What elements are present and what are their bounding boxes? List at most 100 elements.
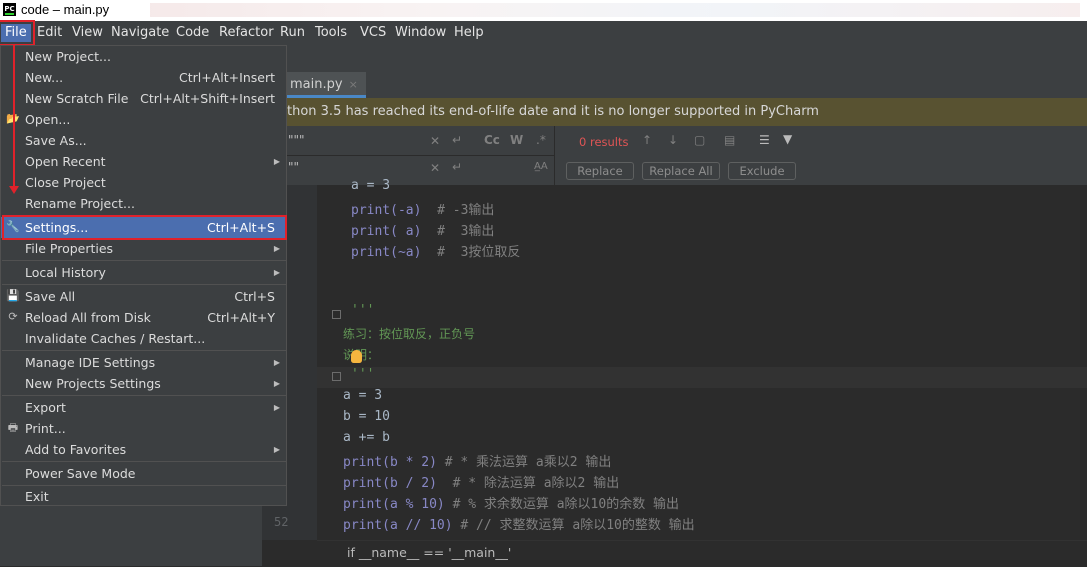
clear-icon[interactable]: ✕ (430, 134, 440, 148)
whole-words-icon[interactable]: W (510, 133, 523, 147)
submenu-arrow-icon: ▶ (273, 403, 280, 412)
divider (287, 155, 554, 156)
menu-edit[interactable]: Edit (37, 24, 62, 42)
annotation-arrow-head-icon (9, 186, 19, 194)
tab-label: main.py (290, 77, 343, 92)
in-selection-icon[interactable]: ▤ (724, 133, 735, 147)
menu-item-rename-project[interactable]: Rename Project... (1, 193, 286, 214)
title-bar: PC code – main.py (0, 0, 1087, 21)
wrench-icon: 🔧 (6, 220, 20, 233)
menu-item-save-as[interactable]: Save As... (1, 130, 286, 151)
previous-occurrence-icon[interactable]: ↑ (642, 133, 652, 147)
menu-item-exit[interactable]: Exit (1, 486, 286, 507)
menu-separator (2, 461, 286, 462)
lightbulb-icon[interactable] (351, 350, 362, 363)
fold-marker-icon[interactable] (332, 310, 341, 319)
menu-item-save-all[interactable]: 💾 Save All Ctrl+S (1, 286, 286, 307)
menu-tools[interactable]: Tools (315, 24, 347, 42)
exclude-button[interactable]: Exclude (728, 162, 796, 180)
code-line[interactable]: a = 3 (343, 388, 382, 403)
fold-marker-icon[interactable] (332, 372, 341, 381)
pycharm-app-icon: PC (3, 3, 16, 16)
menu-item-new-scratch-file[interactable]: New Scratch File Ctrl+Alt+Shift+Insert (1, 88, 286, 109)
menu-vcs[interactable]: VCS (360, 24, 386, 42)
menu-separator (2, 395, 286, 396)
divider (554, 126, 555, 185)
menu-item-print[interactable]: 🖶 Print... (1, 418, 286, 439)
menu-item-local-history[interactable]: Local History ▶ (1, 262, 286, 283)
menu-item-open-recent[interactable]: Open Recent ▶ (1, 151, 286, 172)
code-line[interactable]: print( a) # 3输出 (351, 220, 494, 239)
newline-icon[interactable]: ↵ (452, 133, 462, 147)
menu-separator (2, 260, 286, 261)
menu-item-export[interactable]: Export ▶ (1, 397, 286, 418)
clear-icon[interactable]: ✕ (430, 161, 440, 175)
results-count: 0 results (579, 135, 629, 149)
menu-navigate[interactable]: Navigate (111, 24, 169, 42)
match-case-icon[interactable]: Cc (484, 133, 500, 147)
menu-item-new-project[interactable]: New Project... (1, 46, 286, 67)
menu-item-open[interactable]: 📂Open... (1, 109, 286, 130)
file-menu-dropdown: New Project... New... Ctrl+Alt+Insert New… (0, 45, 287, 506)
replace-all-button[interactable]: Replace All (642, 162, 720, 180)
docstring-line[interactable]: 练习：按位取反，正负号 (343, 325, 475, 342)
menu-item-new[interactable]: New... Ctrl+Alt+Insert (1, 67, 286, 88)
window-title: code – main.py (21, 2, 110, 17)
menu-item-reload-all[interactable]: ⟳ Reload All from Disk Ctrl+Alt+Y (1, 307, 286, 328)
preserve-case-icon[interactable]: A̲A (534, 161, 548, 172)
menu-separator (2, 350, 286, 351)
menu-item-new-projects-settings[interactable]: New Projects Settings ▶ (1, 373, 286, 394)
menu-file[interactable]: File (0, 20, 35, 46)
menu-help[interactable]: Help (454, 24, 484, 42)
caret-row-highlight (317, 367, 1087, 388)
menu-refactor[interactable]: Refactor (219, 24, 274, 42)
regex-icon[interactable]: .* (536, 133, 546, 147)
tab-main-py[interactable]: main.py × (286, 72, 366, 98)
code-line[interactable]: print(a % 10) # % 求余数运算 a除以10的余数 输出 (343, 493, 679, 512)
submenu-arrow-icon: ▶ (273, 244, 280, 253)
select-all-occurrences-icon[interactable]: ▢ (694, 133, 705, 147)
banner-text: thon 3.5 has reached its end-of-life dat… (287, 104, 819, 119)
code-line[interactable]: print(a // 10) # // 求整数运算 a除以10的整数 输出 (343, 514, 695, 533)
filter-options-icon[interactable]: ☰ (759, 133, 770, 147)
code-line[interactable]: a += b (343, 430, 390, 445)
replace-input[interactable]: "" (288, 160, 299, 174)
menu-item-invalidate-caches[interactable]: Invalidate Caches / Restart... (1, 328, 286, 349)
submenu-arrow-icon: ▶ (273, 157, 280, 166)
docstring-line[interactable]: ''' (351, 303, 374, 318)
annotation-arrow (13, 45, 15, 189)
line-number: 52 (274, 515, 289, 529)
submenu-arrow-icon: ▶ (273, 358, 280, 367)
breadcrumb: if __name__ == '__main__' (317, 540, 1087, 567)
save-icon: 💾 (6, 289, 20, 302)
code-line[interactable]: print(b * 2) # * 乘法运算 a乘以2 输出 (343, 451, 611, 470)
filter-icon[interactable]: ▼ (783, 132, 792, 146)
menu-bar: File Edit View Navigate Code Refactor Ru… (0, 20, 1087, 46)
menu-item-file-properties[interactable]: File Properties ▶ (1, 238, 286, 259)
blurred-browser-tabs (150, 3, 1080, 17)
code-line[interactable]: print(-a) # -3输出 (351, 199, 494, 218)
code-line[interactable]: print(b / 2) # * 除法运算 a除以2 输出 (343, 472, 619, 491)
breadcrumb-item[interactable]: if __name__ == '__main__' (347, 545, 511, 560)
menu-item-add-to-favorites[interactable]: Add to Favorites ▶ (1, 439, 286, 460)
close-icon[interactable]: × (349, 78, 358, 91)
code-line[interactable]: a = 3 (351, 178, 390, 193)
code-line[interactable]: print(~a) # 3按位取反 (351, 241, 520, 260)
docstring-line[interactable]: ''' (351, 367, 374, 382)
menu-item-manage-ide-settings[interactable]: Manage IDE Settings ▶ (1, 352, 286, 373)
menu-code[interactable]: Code (176, 24, 209, 42)
reload-icon: ⟳ (8, 310, 18, 323)
menu-item-settings[interactable]: 🔧 Settings... Ctrl+Alt+S (1, 215, 287, 240)
menu-window[interactable]: Window (395, 24, 446, 42)
code-line[interactable]: b = 10 (343, 409, 390, 424)
newline-icon[interactable]: ↵ (452, 160, 462, 174)
next-occurrence-icon[interactable]: ↓ (668, 133, 678, 147)
menu-item-power-save-mode[interactable]: Power Save Mode (1, 463, 286, 484)
menu-view[interactable]: View (72, 24, 103, 42)
menu-run[interactable]: Run (280, 24, 305, 42)
menu-separator (2, 284, 286, 285)
menu-item-close-project[interactable]: Close Project (1, 172, 286, 193)
replace-button[interactable]: Replace (566, 162, 634, 180)
submenu-arrow-icon: ▶ (273, 445, 280, 454)
search-input[interactable]: """ (288, 133, 305, 147)
